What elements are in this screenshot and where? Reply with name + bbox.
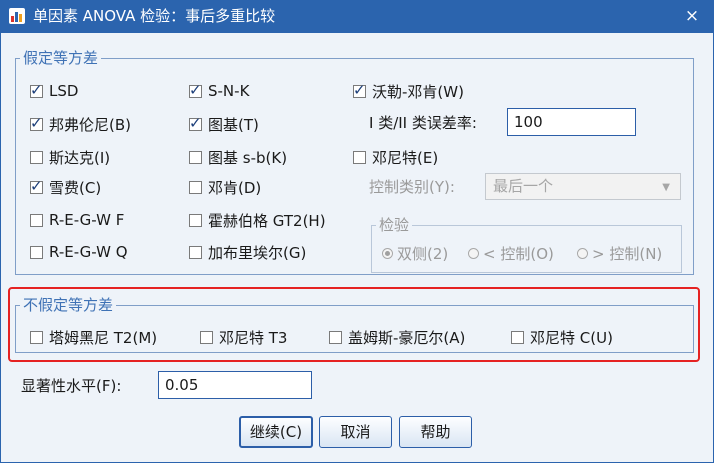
checkbox-snk[interactable]: ✓ S-N-K — [189, 80, 249, 102]
close-button[interactable]: × — [670, 0, 714, 33]
checkbox-label: R-E-G-W Q — [49, 243, 128, 261]
radio-two-sided[interactable]: 双侧(2) — [382, 243, 448, 263]
cancel-button[interactable]: 取消 — [319, 416, 392, 448]
checkmark-icon: ✓ — [189, 80, 202, 99]
checkbox-box[interactable] — [200, 330, 213, 344]
checkbox-regwf[interactable]: R-E-G-W F — [30, 209, 124, 231]
checkbox-box[interactable] — [30, 213, 43, 227]
checkbox-label: 霍赫伯格 GT2(H) — [208, 211, 326, 230]
checkbox-box[interactable]: ✓ — [189, 114, 202, 132]
checkmark-icon: ✓ — [353, 80, 366, 99]
highlight-box — [8, 287, 700, 362]
checkbox-label: 斯达克(I) — [49, 148, 111, 167]
checkbox-label: S-N-K — [208, 82, 250, 100]
equal-variance-legend: 假定等方差 — [23, 49, 99, 67]
checkbox-bonferroni[interactable]: ✓ 邦弗伦尼(B) — [30, 113, 131, 135]
radio-label: < 控制(O) — [483, 244, 554, 263]
checkbox-label: 塔姆黑尼 T2(M) — [49, 328, 158, 347]
checkbox-games-howell[interactable]: 盖姆斯-豪厄尔(A) — [329, 326, 465, 348]
checkbox-box[interactable] — [30, 150, 43, 164]
checkbox-label: 邓尼特 T3 — [219, 328, 288, 347]
radio-label: 双侧(2) — [397, 244, 449, 263]
checkbox-box[interactable]: ✓ — [189, 81, 202, 99]
checkbox-label: 邓尼特 C(U) — [530, 328, 613, 347]
control-category-value: 最后一个 — [493, 177, 554, 195]
checkbox-box[interactable]: ✓ — [30, 177, 43, 195]
checkmark-icon: ✓ — [30, 176, 43, 195]
checkbox-label: 加布里埃尔(G) — [208, 243, 307, 262]
close-icon: × — [684, 6, 700, 26]
control-category-label: 控制类别(Y): — [369, 178, 455, 196]
checkbox-box[interactable]: ✓ — [353, 81, 366, 99]
checkbox-tukey[interactable]: ✓ 图基(T) — [189, 113, 259, 135]
checkbox-label: 雪费(C) — [49, 178, 102, 197]
checkbox-box[interactable] — [329, 330, 342, 344]
help-button[interactable]: 帮助 — [399, 416, 472, 448]
checkbox-box[interactable] — [30, 330, 43, 344]
post-hoc-dialog: 假定等方差 ✓ LSD ✓ S-N-K ✓ 沃勒-邓肯(W) ✓ 邦弗伦尼(B)… — [0, 33, 714, 463]
checkbox-dunnett[interactable]: 邓尼特(E) — [353, 146, 438, 168]
checkmark-icon: ✓ — [189, 113, 202, 132]
checkbox-label: 图基 s-b(K) — [208, 148, 288, 167]
checkbox-tamhane-t2[interactable]: 塔姆黑尼 T2(M) — [30, 326, 157, 348]
checkbox-label: 邓肯(D) — [208, 178, 262, 197]
radio-label: > 控制(N) — [592, 244, 663, 263]
checkbox-dunnett-c[interactable]: 邓尼特 C(U) — [511, 326, 613, 348]
checkbox-box[interactable] — [353, 150, 366, 164]
checkbox-box[interactable] — [189, 150, 202, 164]
checkbox-label: 邦弗伦尼(B) — [49, 115, 131, 134]
checkbox-label: 图基(T) — [208, 115, 259, 134]
chevron-down-icon: ▼ — [662, 182, 670, 193]
checkbox-label: LSD — [49, 82, 79, 100]
checkbox-label: R-E-G-W F — [49, 211, 125, 229]
checkbox-dunnett-t3[interactable]: 邓尼特 T3 — [200, 326, 287, 348]
continue-button[interactable]: 继续(C) — [239, 416, 313, 448]
checkbox-sidak[interactable]: 斯达克(I) — [30, 146, 110, 168]
radio-dot — [468, 247, 479, 259]
checkbox-label: 沃勒-邓肯(W) — [372, 82, 464, 101]
radio-less-than-control[interactable]: < 控制(O) — [468, 243, 554, 263]
title-bar: 单因素 ANOVA 检验：事后多重比较 × — [0, 0, 714, 33]
checkmark-icon: ✓ — [30, 80, 43, 99]
checkbox-box[interactable]: ✓ — [30, 114, 43, 132]
checkbox-regwq[interactable]: R-E-G-W Q — [30, 241, 128, 263]
checkbox-box[interactable] — [189, 180, 202, 194]
checkbox-box[interactable]: ✓ — [30, 81, 43, 99]
radio-dot — [382, 247, 393, 259]
checkbox-duncan[interactable]: 邓肯(D) — [189, 176, 261, 198]
checkbox-gabriel[interactable]: 加布里埃尔(G) — [189, 241, 306, 263]
spss-app-icon — [9, 8, 25, 24]
control-category-select[interactable]: 最后一个 ▼ — [485, 173, 681, 200]
window-title: 单因素 ANOVA 检验：事后多重比较 — [33, 7, 276, 25]
error-ratio-label: I 类/II 类误差率: — [369, 114, 477, 132]
checkbox-box[interactable] — [189, 213, 202, 227]
checkbox-lsd[interactable]: ✓ LSD — [30, 80, 78, 102]
checkmark-icon: ✓ — [30, 113, 43, 132]
checkbox-box[interactable] — [189, 245, 202, 259]
checkbox-label: 盖姆斯-豪厄尔(A) — [348, 328, 466, 347]
checkbox-label: 邓尼特(E) — [372, 148, 439, 167]
significance-input[interactable] — [158, 371, 312, 399]
checkbox-waller-duncan[interactable]: ✓ 沃勒-邓肯(W) — [353, 80, 464, 102]
checkbox-box[interactable] — [511, 330, 524, 344]
checkbox-tukey-sb[interactable]: 图基 s-b(K) — [189, 146, 287, 168]
significance-label: 显著性水平(F): — [21, 377, 122, 395]
checkbox-hochberg-gt2[interactable]: 霍赫伯格 GT2(H) — [189, 209, 326, 231]
error-ratio-input[interactable] — [507, 108, 636, 136]
checkbox-box[interactable] — [30, 245, 43, 259]
checkbox-scheffe[interactable]: ✓ 雪费(C) — [30, 176, 101, 198]
radio-greater-than-control[interactable]: > 控制(N) — [577, 243, 662, 263]
radio-dot — [577, 247, 588, 259]
test-legend: 检验 — [379, 216, 410, 234]
